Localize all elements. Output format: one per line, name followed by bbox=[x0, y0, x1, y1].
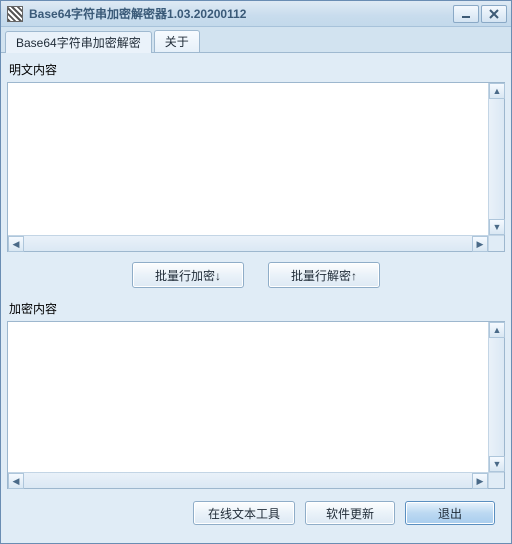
action-row: 批量行加密↓ 批量行解密↑ bbox=[7, 256, 505, 294]
plaintext-hscrollbar[interactable]: ◀ ▶ bbox=[8, 235, 488, 251]
scroll-down-icon[interactable]: ▼ bbox=[489, 219, 505, 235]
title-bar: Base64字符串加密解密器1.03.20200112 bbox=[1, 1, 511, 27]
scroll-left-icon[interactable]: ◀ bbox=[8, 236, 24, 252]
ciphertext-area: ▲ ▼ ◀ ▶ bbox=[7, 321, 505, 489]
online-tool-button[interactable]: 在线文本工具 bbox=[193, 501, 295, 525]
online-tool-label: 在线文本工具 bbox=[208, 505, 280, 522]
batch-decrypt-button[interactable]: 批量行解密↑ bbox=[268, 262, 380, 288]
ciphertext-vscrollbar[interactable]: ▲ ▼ bbox=[488, 322, 504, 472]
app-window: Base64字符串加密解密器1.03.20200112 Base64字符串加密解… bbox=[0, 0, 512, 544]
scroll-left-icon[interactable]: ◀ bbox=[8, 473, 24, 489]
tab-main[interactable]: Base64字符串加密解密 bbox=[5, 31, 152, 53]
plaintext-input[interactable] bbox=[8, 83, 488, 235]
close-button[interactable] bbox=[481, 5, 507, 23]
scroll-right-icon[interactable]: ▶ bbox=[472, 236, 488, 252]
scroll-down-icon[interactable]: ▼ bbox=[489, 456, 505, 472]
tab-about[interactable]: 关于 bbox=[154, 30, 200, 52]
tab-about-label: 关于 bbox=[165, 33, 189, 50]
exit-button[interactable]: 退出 bbox=[405, 501, 495, 525]
ciphertext-hscrollbar[interactable]: ◀ ▶ bbox=[8, 472, 488, 488]
scroll-right-icon[interactable]: ▶ bbox=[472, 473, 488, 489]
ciphertext-input[interactable] bbox=[8, 322, 488, 472]
scroll-up-icon[interactable]: ▲ bbox=[489, 322, 505, 338]
scroll-up-icon[interactable]: ▲ bbox=[489, 83, 505, 99]
tab-strip: Base64字符串加密解密 关于 bbox=[1, 27, 511, 53]
update-button[interactable]: 软件更新 bbox=[305, 501, 395, 525]
batch-encrypt-label: 批量行加密↓ bbox=[155, 267, 221, 284]
window-title: Base64字符串加密解密器1.03.20200112 bbox=[29, 5, 447, 22]
plaintext-vscrollbar[interactable]: ▲ ▼ bbox=[488, 83, 504, 235]
tab-main-label: Base64字符串加密解密 bbox=[16, 34, 141, 51]
scroll-corner bbox=[488, 235, 504, 251]
batch-encrypt-button[interactable]: 批量行加密↓ bbox=[132, 262, 244, 288]
ciphertext-label: 加密内容 bbox=[7, 298, 505, 317]
exit-label: 退出 bbox=[438, 505, 462, 522]
batch-decrypt-label: 批量行解密↑ bbox=[291, 267, 357, 284]
minimize-button[interactable] bbox=[453, 5, 479, 23]
footer-buttons: 在线文本工具 软件更新 退出 bbox=[7, 493, 505, 535]
update-label: 软件更新 bbox=[326, 505, 374, 522]
app-icon bbox=[7, 6, 23, 22]
plaintext-label: 明文内容 bbox=[7, 59, 505, 78]
scroll-corner bbox=[488, 472, 504, 488]
client-area: 明文内容 ▲ ▼ ◀ ▶ 批量行加密↓ 批量行解密↑ 加密内容 bbox=[1, 53, 511, 543]
plaintext-area: ▲ ▼ ◀ ▶ bbox=[7, 82, 505, 252]
window-controls bbox=[453, 5, 507, 23]
